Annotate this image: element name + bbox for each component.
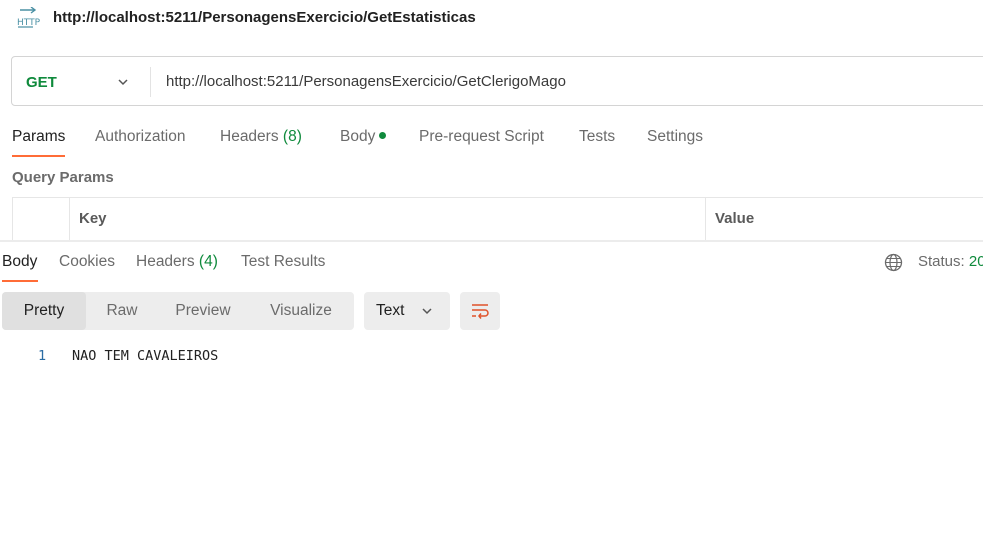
active-tab-indicator (12, 155, 65, 157)
response-tab-cookies[interactable]: Cookies (59, 253, 115, 271)
format-select[interactable]: Text (364, 292, 450, 330)
method-select[interactable]: GET (26, 74, 57, 91)
tab-headers[interactable]: Headers (8) (220, 128, 302, 146)
tab-settings[interactable]: Settings (647, 128, 703, 146)
tab-label: Test Results (241, 253, 326, 270)
column-header-key: Key (79, 210, 107, 227)
globe-icon[interactable] (884, 253, 903, 272)
tab-label: Params (12, 128, 66, 145)
tab-label: Tests (579, 128, 616, 145)
url-bar: GET http://localhost:5211/PersonagensExe… (11, 56, 983, 106)
pane-resize-handle[interactable] (0, 240, 983, 242)
tab-label: Headers (136, 253, 195, 270)
tab-label: Pre-request Script (419, 128, 544, 145)
query-params-title: Query Params (12, 169, 114, 186)
column-divider (705, 198, 706, 242)
format-label: Text (376, 302, 405, 319)
response-view-toggle: Pretty Raw Preview Visualize (2, 292, 354, 330)
wrap-lines-icon (472, 304, 489, 319)
url-input[interactable]: http://localhost:5211/PersonagensExercic… (166, 73, 566, 90)
view-raw-button[interactable]: Raw (86, 292, 158, 330)
headers-count: (8) (282, 128, 302, 145)
tab-label: Authorization (95, 128, 186, 145)
column-divider (69, 198, 70, 242)
tab-authorization[interactable]: Authorization (95, 128, 185, 146)
response-tab-headers[interactable]: Headers (4) (136, 253, 218, 271)
view-preview-button[interactable]: Preview (158, 292, 248, 330)
request-title[interactable]: http://localhost:5211/PersonagensExercic… (53, 9, 476, 26)
response-status: Status: 20 (918, 253, 983, 270)
http-request-icon: HTTP (16, 6, 41, 29)
tab-label: Settings (647, 128, 704, 145)
response-body-line: NAO TEM CAVALEIROS (72, 348, 219, 364)
view-pretty-button[interactable]: Pretty (2, 292, 86, 330)
query-params-table: Key Value (12, 197, 983, 242)
tab-params[interactable]: Params (12, 128, 65, 146)
active-tab-indicator (2, 280, 38, 282)
tab-tests[interactable]: Tests (579, 128, 615, 146)
tab-body[interactable]: Body (340, 128, 387, 146)
wrap-lines-button[interactable] (460, 292, 500, 330)
url-divider (150, 67, 151, 97)
line-number: 1 (38, 348, 47, 364)
view-visualize-button[interactable]: Visualize (248, 292, 354, 330)
headers-count: (4) (198, 253, 218, 270)
body-indicator-dot (379, 132, 387, 139)
chevron-down-icon (420, 304, 434, 318)
tab-pre-request-script[interactable]: Pre-request Script (419, 128, 544, 146)
tab-label: Body (2, 253, 38, 270)
status-label: Status: (918, 253, 965, 270)
response-tab-body[interactable]: Body (2, 253, 37, 271)
status-code: 20 (968, 253, 983, 270)
response-tab-test-results[interactable]: Test Results (241, 253, 325, 271)
tab-label: Body (340, 128, 376, 145)
tab-label: Headers (220, 128, 279, 145)
chevron-down-icon[interactable] (116, 75, 130, 89)
column-header-value: Value (715, 210, 755, 227)
tab-label: Cookies (59, 253, 115, 270)
